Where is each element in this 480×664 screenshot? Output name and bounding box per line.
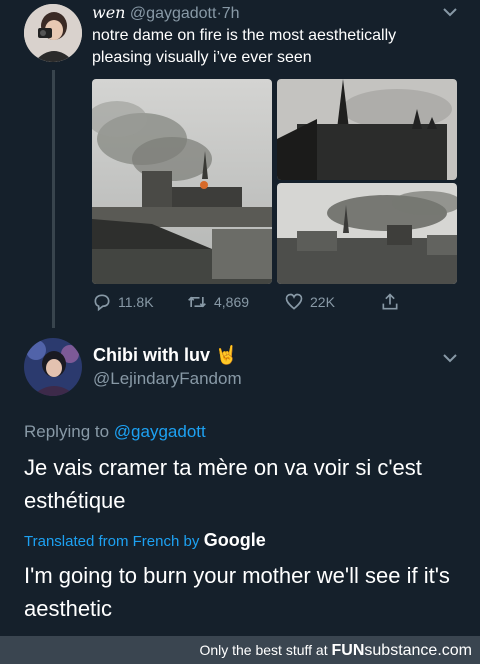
tweet-text: notre dame on fire is the most aesthetic… xyxy=(92,27,397,66)
avatar-gaygadott[interactable] xyxy=(24,4,82,62)
share-icon xyxy=(380,292,400,312)
author-handle[interactable]: @gaygadott xyxy=(130,5,217,22)
reply-button[interactable]: 11.8K xyxy=(92,292,154,312)
heart-icon xyxy=(284,292,304,312)
retweet-button[interactable]: 4,869 xyxy=(186,292,249,312)
translation-credit[interactable]: Translated from French by Google xyxy=(24,529,266,553)
tweet-photo-3[interactable] xyxy=(277,183,457,284)
reply-icon xyxy=(92,292,112,312)
replying-to-label: Replying to xyxy=(24,422,110,441)
replying-to-handle[interactable]: @gaygadott xyxy=(114,422,206,441)
translation-text: I'm going to burn your mother we'll see … xyxy=(24,563,450,621)
reply-author-name: Chibi with luv xyxy=(93,345,210,365)
watermark[interactable]: Only the best stuff at FUNsubstance.com xyxy=(199,641,472,660)
reply-handle[interactable]: @LejindaryFandom xyxy=(93,368,242,390)
replying-to: Replying to @gaygadott xyxy=(24,421,206,443)
tweet-header: wen @gaygadott·7h xyxy=(92,3,240,24)
watermark-brand-rest: substance.com xyxy=(364,642,472,659)
translated-from-label: Translated from French by xyxy=(24,533,200,550)
reply-count: 11.8K xyxy=(118,294,154,310)
watermark-prefix: Only the best stuff at xyxy=(199,642,328,658)
tweet-photo-2[interactable] xyxy=(277,79,457,180)
thread-line xyxy=(52,70,55,328)
google-logo: Google xyxy=(203,530,266,550)
reply-menu-chevron-icon[interactable] xyxy=(442,352,460,366)
retweet-icon xyxy=(186,292,208,312)
avatar-lejindaryfandom[interactable] xyxy=(24,338,82,396)
watermark-brand: FUNsubstance.com xyxy=(332,642,473,659)
reply-author[interactable]: Chibi with luv 🤘 xyxy=(93,344,237,366)
like-button[interactable]: 22K xyxy=(284,292,335,312)
tweet-time[interactable]: 7h xyxy=(222,5,240,22)
retweet-count: 4,869 xyxy=(214,294,250,310)
rock-on-emoji: 🤘 xyxy=(215,345,238,365)
author-name[interactable]: wen xyxy=(92,3,125,22)
like-count: 22K xyxy=(310,294,335,310)
tweet-photo-1[interactable] xyxy=(92,79,272,284)
tweet-menu-chevron-icon[interactable] xyxy=(442,6,460,20)
watermark-brand-bold: FUN xyxy=(331,642,365,659)
share-button[interactable] xyxy=(380,292,400,312)
reply-text: Je vais cramer ta mère on va voir si c'e… xyxy=(24,455,422,513)
